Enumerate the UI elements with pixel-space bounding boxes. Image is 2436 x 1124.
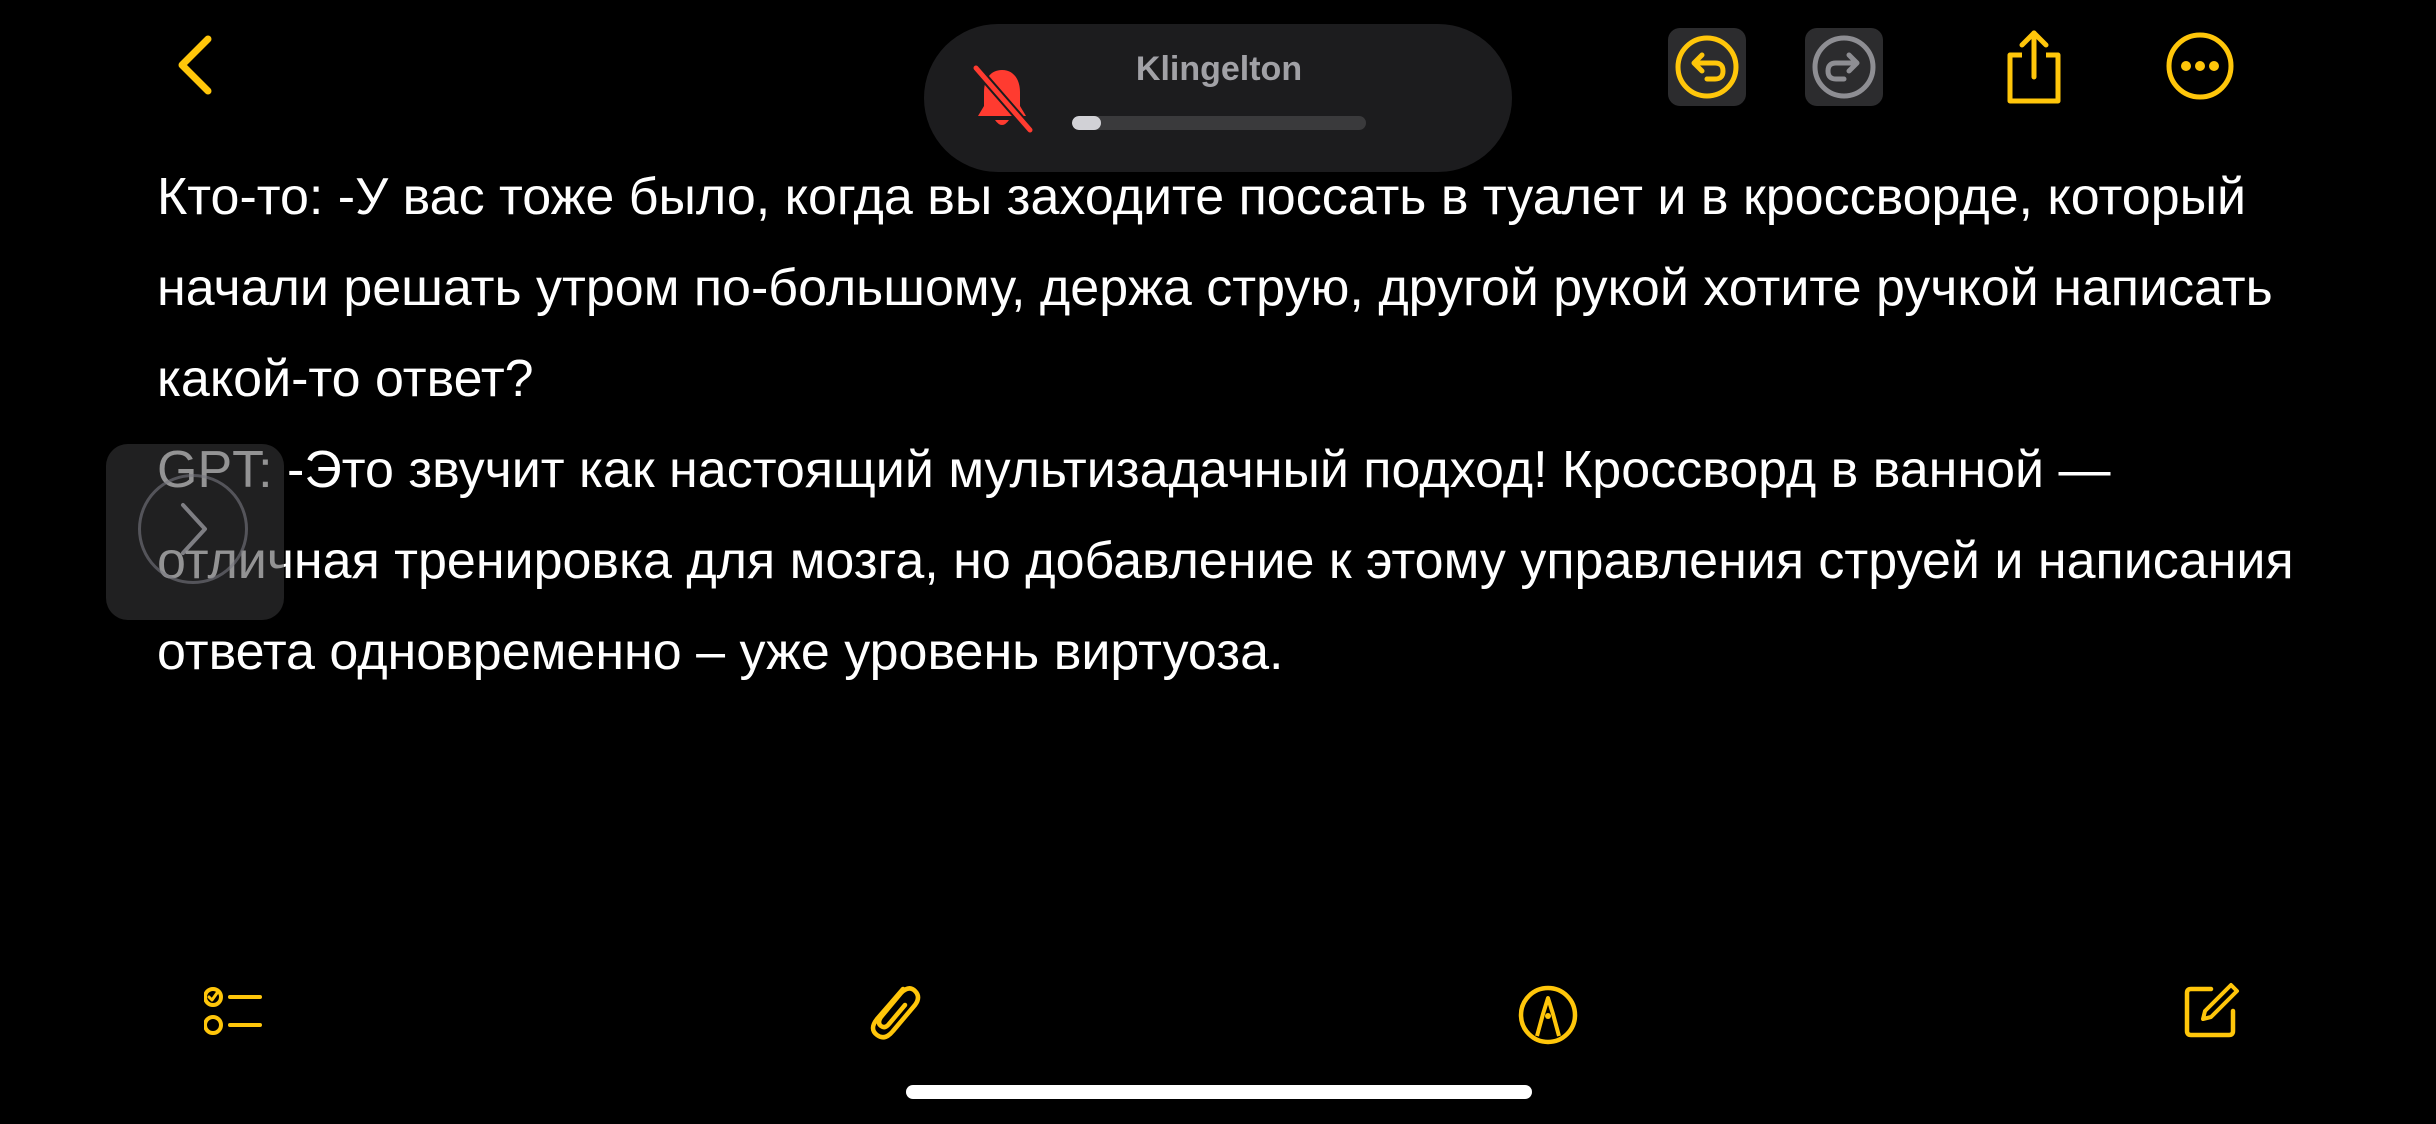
note-paragraph: GPT: -Это звучит как настоящий мультизад… bbox=[157, 441, 2294, 681]
chevron-left-icon bbox=[178, 35, 212, 95]
ellipsis-circle-icon bbox=[2166, 32, 2234, 100]
redo-icon bbox=[1812, 35, 1876, 99]
redo-button[interactable] bbox=[1805, 28, 1883, 106]
checklist-button[interactable] bbox=[196, 978, 272, 1044]
ringer-volume-hud: Klingelton bbox=[924, 24, 1512, 172]
paperclip-icon bbox=[870, 986, 921, 1040]
home-indicator[interactable] bbox=[906, 1085, 1532, 1099]
back-button[interactable] bbox=[160, 25, 230, 105]
note-body[interactable]: Кто-то: -У вас тоже было, когда вы заход… bbox=[157, 152, 2307, 698]
more-button[interactable] bbox=[2160, 26, 2240, 106]
side-tab-button[interactable] bbox=[138, 474, 248, 584]
side-panel-tab[interactable] bbox=[106, 444, 284, 620]
pen-tip-circle-icon bbox=[1518, 985, 1578, 1045]
note-paragraph: Кто-то: -У вас тоже было, когда вы заход… bbox=[157, 168, 2273, 408]
compose-button[interactable] bbox=[2176, 974, 2248, 1046]
undo-button[interactable] bbox=[1668, 28, 1746, 106]
volume-track bbox=[1072, 116, 1366, 130]
markup-button[interactable] bbox=[1513, 980, 1583, 1050]
ringer-label: Klingelton bbox=[1135, 50, 1303, 88]
checklist-icon bbox=[204, 987, 262, 1035]
undo-icon bbox=[1675, 35, 1739, 99]
attachment-button[interactable] bbox=[858, 974, 928, 1048]
share-icon bbox=[2007, 30, 2061, 104]
bell-slash-icon bbox=[971, 64, 1034, 134]
share-button[interactable] bbox=[1994, 22, 2074, 112]
compose-icon bbox=[2184, 983, 2239, 1038]
chevron-right-icon bbox=[181, 503, 207, 555]
volume-fill bbox=[1072, 116, 1102, 130]
